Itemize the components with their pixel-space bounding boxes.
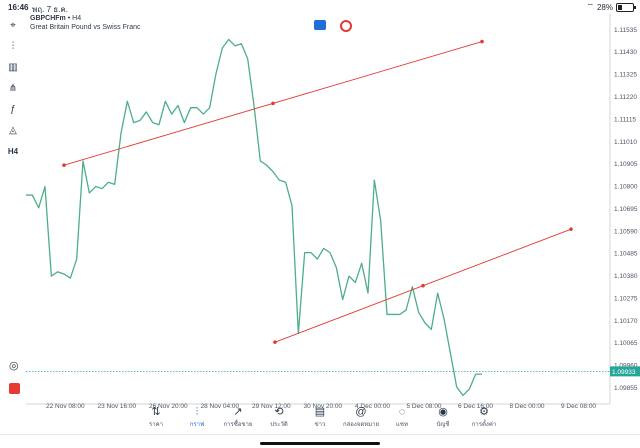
battery-percent: 28% xyxy=(596,2,613,12)
price-tick-label: 1.09855 xyxy=(614,385,638,392)
shapes-icon[interactable]: ◬ xyxy=(4,121,22,139)
news-icon: ▤ xyxy=(314,406,326,418)
price-tick-label: 1.11430 xyxy=(614,49,637,56)
nav-mailbox[interactable]: @ กล่องจดหมาย xyxy=(341,405,381,429)
trendline-anchor xyxy=(62,163,66,168)
home-indicator xyxy=(260,442,380,445)
time-tick-label: 8 Dec 00:00 xyxy=(510,403,545,410)
nav-label: กล่องจดหมาย xyxy=(342,422,380,428)
trendline-anchor xyxy=(480,39,484,44)
mailbox-icon: @ xyxy=(355,406,367,418)
price-tick-label: 1.10590 xyxy=(614,228,638,235)
zoom-icon[interactable]: ◎ xyxy=(9,359,19,372)
price-tick-label: 1.11010 xyxy=(614,139,637,146)
wifi-icon: ⌔ xyxy=(586,2,594,11)
trade-icon: ↗ xyxy=(233,406,243,418)
bottom-nav: ⇅ ราคา ⫶ กราฟ ↗ การซื้อขาย ⟲ ประวัติ ▤ ข่าว @ กล่อง… xyxy=(0,406,640,448)
trading-signals-icon[interactable] xyxy=(9,383,20,394)
price-tick-label: 1.10170 xyxy=(614,318,638,325)
nav-label: ข่าว xyxy=(314,422,326,428)
time-tick-label: 22 Nov 08:00 xyxy=(46,403,85,410)
nav-label: ราคา xyxy=(149,422,163,428)
nav-accounts[interactable]: ◉ บัญชี xyxy=(423,405,463,429)
crosshair-icon[interactable]: ⌖ xyxy=(4,16,22,34)
quotes-icon: ⇅ xyxy=(151,406,161,418)
nav-history[interactable]: ⟲ ประวัติ xyxy=(259,405,299,429)
chart-area[interactable]: 1.11535 1.11430 1.11325 1.11220 1.11115 1.110… xyxy=(26,14,640,410)
nav-label: การตั้งค่า xyxy=(471,422,497,428)
price-line-series xyxy=(26,38,482,397)
accounts-icon: ◉ xyxy=(438,406,448,418)
nav-label: กราฟ xyxy=(189,422,205,428)
price-tick-label: 1.10275 xyxy=(614,295,638,302)
chat-icon: ◌ xyxy=(398,406,406,418)
price-tick-label: 1.10065 xyxy=(614,340,638,347)
trendline-anchor xyxy=(569,227,573,231)
nav-settings[interactable]: ⚙ การตั้งค่า xyxy=(464,405,504,429)
nav-label: ประวัติ xyxy=(270,422,288,428)
function-icon[interactable]: ƒ xyxy=(4,100,22,118)
price-tick-label: 1.10905 xyxy=(614,161,638,168)
indicators-list-icon[interactable]: ⋔ xyxy=(4,79,22,97)
battery-icon xyxy=(616,2,636,12)
nav-label: การซื้อขาย xyxy=(223,422,253,428)
nav-charts[interactable]: ⫶ กราฟ xyxy=(177,405,217,429)
history-icon: ⟲ xyxy=(274,406,284,418)
charts-icon: ⫶ xyxy=(195,406,199,418)
status-right: ⌔ 28% xyxy=(586,2,636,12)
settings-icon: ⚙ xyxy=(479,406,489,418)
price-tick-label: 1.11535 xyxy=(614,27,637,34)
price-tick-label: 1.10485 xyxy=(614,251,638,258)
price-tick-label: 1.11325 xyxy=(614,72,637,79)
trendline-anchor xyxy=(421,283,425,288)
trendline-anchor xyxy=(273,340,277,344)
nav-label: แชท xyxy=(396,422,408,428)
objects-icon[interactable]: ▥ xyxy=(4,58,22,76)
clock: 16:46 xyxy=(8,3,29,12)
time-tick-label: 23 Nov 16:00 xyxy=(98,403,137,410)
price-tick-label: 1.11220 xyxy=(614,94,637,101)
status-bar: 16:46 พฤ. 7 ธ.ค. ⌔ 28% xyxy=(0,0,640,14)
nav-quotes[interactable]: ⇅ ราคา xyxy=(136,405,176,429)
price-tick-label: 1.10800 xyxy=(614,184,638,191)
price-tick-label: 1.11115 xyxy=(614,116,636,123)
time-tick-label: 9 Dec 08:00 xyxy=(561,403,596,410)
price-tick-label: 1.10380 xyxy=(614,273,638,280)
price-chart[interactable]: 1.11535 1.11430 1.11325 1.11220 1.11115 1.110… xyxy=(26,14,640,410)
timeframe-button[interactable]: H4 xyxy=(4,142,22,160)
current-price-label: 1.09933 xyxy=(612,369,636,376)
nav-trade[interactable]: ↗ การซื้อขาย xyxy=(218,405,258,429)
chart-type-icon[interactable]: ⫶ xyxy=(4,37,22,55)
trendline-anchor xyxy=(271,101,275,106)
nav-news[interactable]: ▤ ข่าว xyxy=(300,405,340,429)
nav-label: บัญชี xyxy=(436,422,450,428)
price-tick-label: 1.10695 xyxy=(614,206,638,213)
nav-chat[interactable]: ◌ แชท xyxy=(382,405,422,429)
